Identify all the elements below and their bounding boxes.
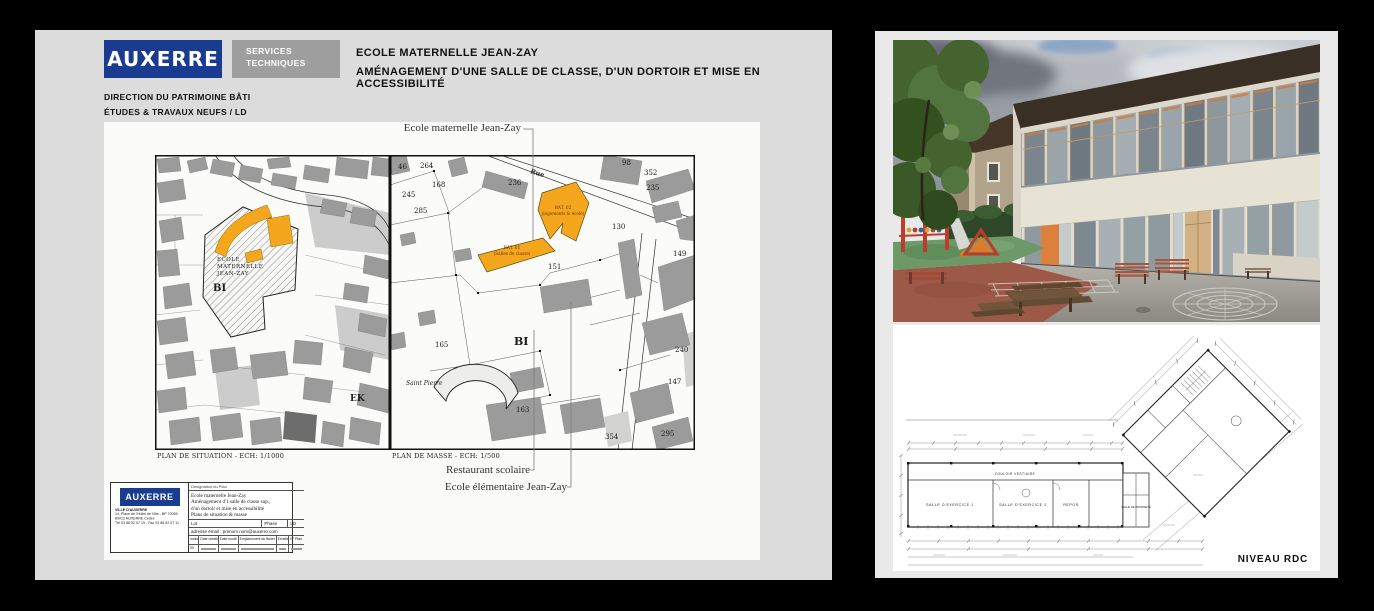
td-date-modif bbox=[219, 545, 239, 552]
parcel-number: 245 bbox=[402, 191, 415, 199]
phase-value: LD bbox=[290, 521, 297, 526]
title-block-logo-text: AUXERRE bbox=[125, 492, 174, 502]
services-line2: TECHNIQUES bbox=[246, 58, 306, 68]
orange-wall-panel bbox=[1041, 224, 1059, 266]
designation-block: Ecole maternelle Jean-Zay Aménagement d'… bbox=[189, 491, 304, 519]
phase-label: Phase bbox=[262, 520, 289, 527]
th-indice: Indice bbox=[189, 536, 200, 544]
td-indice: 00 bbox=[189, 545, 200, 552]
designation-line4: Plans de situation & masse bbox=[191, 512, 247, 519]
section-ek: EK bbox=[350, 394, 366, 404]
caption-plan-masse: PLAN DE MASSE - ECH: 1/500 bbox=[392, 452, 500, 460]
th-emplacement: Emplacement du fichier bbox=[239, 536, 277, 544]
td-echelle bbox=[277, 545, 290, 552]
section-bi: BI bbox=[514, 335, 528, 348]
images-panel: SALLE D'EXERCICE 1 SALLE D'EXERCICE 2 RE… bbox=[875, 31, 1338, 578]
parcel-number: 240 bbox=[675, 346, 688, 354]
parcel-number: 98 bbox=[622, 159, 631, 167]
address-line3: Tél 03 86 52 07 19 - Fax 03 86 52 07 11 bbox=[115, 520, 179, 526]
parcel-number: 151 bbox=[548, 263, 561, 271]
parcel-number: 165 bbox=[435, 341, 448, 349]
room-repos: REPOS bbox=[1063, 503, 1079, 507]
project-title: ECOLE MATERNELLE JEAN-ZAY AMÉNAGEMENT D'… bbox=[356, 47, 832, 90]
title-line2: AMÉNAGEMENT D'UNE SALLE DE CLASSE, D'UN … bbox=[356, 66, 761, 90]
td-emplacement bbox=[239, 545, 277, 552]
parcel-number: 285 bbox=[414, 207, 427, 215]
revision-table: Indice Date création Date modif. Emplace… bbox=[189, 535, 305, 552]
room-salle-exercice-1: SALLE D'EXERCICE 1 bbox=[926, 503, 974, 507]
maps-row: ECOLE MATERNELLE JEAN-ZAY BI EK BAT. 02 … bbox=[155, 155, 695, 450]
title-block-address: VILLE D'AUXERRE 14, Place de l'Hôtel de … bbox=[115, 508, 187, 525]
floor-plan-svg: SALLE D'EXERCICE 1 SALLE D'EXERCICE 2 RE… bbox=[893, 325, 1320, 571]
drawing-sheet: Ecole maternelle Jean-Zay Restaurant sco… bbox=[104, 122, 760, 560]
parcel-number: 46 bbox=[398, 163, 407, 171]
room-couloir: COULOIR VESTIAIRE bbox=[995, 472, 1036, 476]
title-block-left: AUXERRE VILLE D'AUXERRE 14, Place de l'H… bbox=[111, 483, 189, 552]
masse-map: BAT. 02 (logements & école) BAT. 01 (Sal… bbox=[390, 155, 695, 450]
email-row: adresse email : prenom.nom@auxerre.com bbox=[189, 527, 305, 535]
td-date-creation bbox=[199, 545, 219, 552]
painted-circle-game bbox=[1172, 287, 1278, 321]
annotation-restaurant-scolaire: Restaurant scolaire bbox=[446, 464, 530, 476]
dark-building bbox=[283, 411, 317, 443]
auxerre-logo: AUXERRE bbox=[104, 40, 222, 78]
bat-top-desc: (logements & école) bbox=[542, 211, 585, 216]
section-bi: BI bbox=[213, 283, 226, 294]
title-block-right: Désignation du Plan Ecole maternelle Jea… bbox=[189, 483, 305, 552]
parcel-number: 147 bbox=[668, 378, 681, 386]
room-salle-exercice-2: SALLE D'EXERCICE 2 bbox=[999, 503, 1047, 507]
td-num-plan bbox=[289, 545, 304, 552]
school-photo bbox=[893, 40, 1320, 322]
parcel-number: 130 bbox=[612, 223, 625, 231]
lot-label: Lot bbox=[189, 520, 263, 527]
parcel-number: 163 bbox=[516, 406, 529, 414]
parcel-number: 236 bbox=[508, 179, 522, 187]
title-block: AUXERRE VILLE D'AUXERRE 14, Place de l'H… bbox=[110, 482, 305, 553]
bat-bottom-desc: (Salles de classe) bbox=[494, 251, 531, 256]
revision-value-row: 00 bbox=[189, 544, 305, 552]
th-date-creation: Date création bbox=[199, 536, 219, 544]
th-date-modif: Date modif. bbox=[219, 536, 239, 544]
auxerre-logo-text: AUXERRE bbox=[107, 47, 219, 71]
th-num-plan: N° Plan bbox=[290, 537, 302, 541]
parcel-number: 168 bbox=[432, 181, 445, 189]
annotation-ecole-maternelle: Ecole maternelle Jean-Zay bbox=[403, 122, 521, 134]
place-label: Saint Pierre bbox=[406, 380, 443, 387]
floor-plan: SALLE D'EXERCICE 1 SALLE D'EXERCICE 2 RE… bbox=[893, 325, 1320, 571]
services-techniques-badge: SERVICES TECHNIQUES bbox=[232, 40, 340, 78]
title-block-logo: AUXERRE bbox=[119, 488, 180, 506]
situation-map: ECOLE MATERNELLE JEAN-ZAY BI EK bbox=[155, 155, 390, 450]
annotation-ecole-elementaire: Ecole élémentaire Jean-Zay bbox=[444, 481, 567, 493]
school-photo-svg bbox=[893, 40, 1320, 322]
label-jean-zay: JEAN-ZAY bbox=[216, 271, 249, 277]
parcel-number: 264 bbox=[420, 162, 434, 170]
parcel-number: 295 bbox=[661, 430, 674, 438]
lot-phase-row: Lot Phase LD bbox=[189, 519, 305, 527]
revision-header-row: Indice Date création Date modif. Emplace… bbox=[189, 536, 304, 544]
dept-line2: ÉTUDES & TRAVAUX NEUFS / LD bbox=[104, 107, 247, 117]
services-line1: SERVICES bbox=[246, 46, 293, 56]
document-panel: AUXERRE SERVICES TECHNIQUES ECOLE MATERN… bbox=[35, 30, 832, 580]
designation-header: Désignation du Plan bbox=[189, 483, 305, 491]
title-line1: ECOLE MATERNELLE JEAN-ZAY bbox=[356, 47, 539, 59]
th-echelle: Echelle bbox=[277, 536, 290, 544]
manhole bbox=[1135, 307, 1151, 313]
dept-line1: DIRECTION DU PATRIMOINE BÂTI bbox=[104, 92, 251, 102]
junction-block bbox=[1122, 472, 1150, 528]
department-label: DIRECTION DU PATRIMOINE BÂTI ÉTUDES & TR… bbox=[104, 90, 250, 120]
screenshot-root: { "left_panel": { "logo_text": "AUXERRE"… bbox=[0, 0, 1374, 611]
plan-level-label: NIVEAU RDC bbox=[1237, 554, 1308, 565]
label-ecole: ECOLE bbox=[217, 257, 240, 263]
parcel-number: 149 bbox=[673, 250, 686, 258]
parcel-number: 235 bbox=[646, 184, 659, 192]
room-proprete: SALLE DE PROPRETÉ bbox=[1121, 504, 1151, 509]
parcel-number: 352 bbox=[644, 169, 657, 177]
caption-plan-situation: PLAN DE SITUATION - ECH: 1/1000 bbox=[157, 452, 285, 460]
parcel-number: 354 bbox=[605, 433, 619, 441]
label-maternelle: MATERNELLE bbox=[217, 264, 263, 270]
